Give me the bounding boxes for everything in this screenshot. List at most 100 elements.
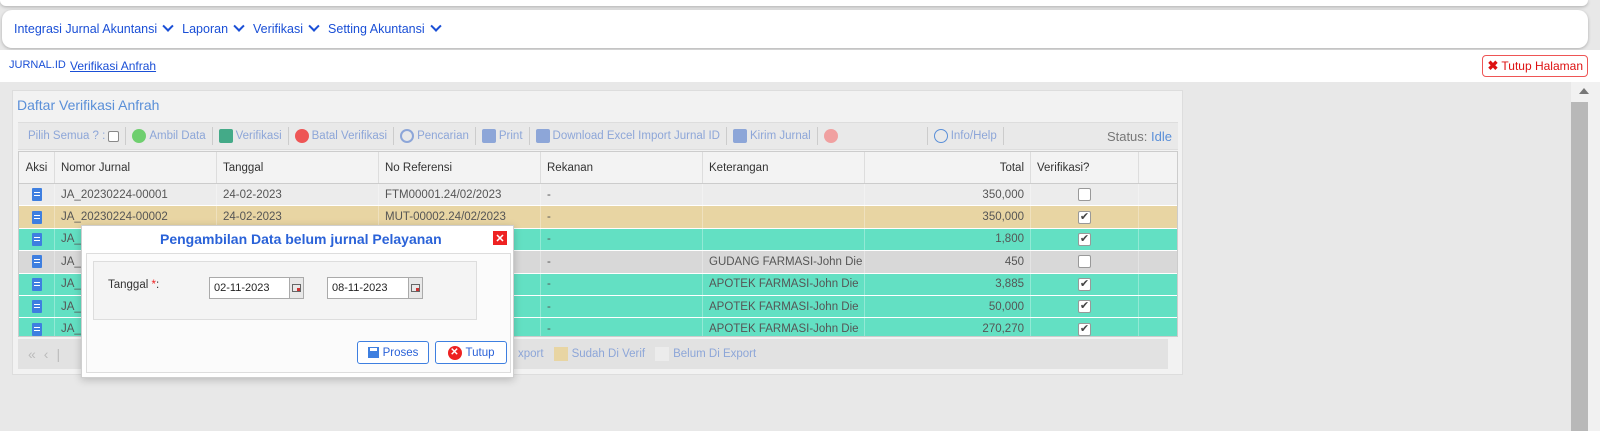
header-aksi[interactable]: Aksi	[19, 152, 55, 183]
cell-verifikasi: ✔	[1031, 273, 1139, 295]
document-icon[interactable]	[31, 188, 42, 202]
status-indicator: Status: Idle	[1106, 129, 1172, 144]
cell-keterangan	[703, 206, 865, 228]
proses-button[interactable]: Proses	[357, 341, 429, 364]
printer-icon	[535, 129, 550, 143]
globe-icon	[132, 129, 147, 143]
table-row[interactable]: JA_20230224-00001 24-02-2023 FTM00001.24/0…	[19, 184, 1177, 207]
search-icon	[400, 129, 415, 143]
printer-icon	[481, 129, 496, 143]
cell-total: 270,270	[865, 318, 1031, 336]
scroll-up-icon[interactable]	[1579, 88, 1589, 94]
verified-checkbox[interactable]: ✔	[1078, 232, 1091, 246]
printer-icon	[733, 129, 747, 143]
verified-checkbox[interactable]	[1078, 188, 1091, 202]
scroll-thumb[interactable]	[1571, 102, 1588, 431]
header-tanggal[interactable]: Tanggal	[217, 152, 379, 183]
cell-keterangan	[703, 228, 865, 251]
header-total[interactable]: Total	[865, 152, 1031, 183]
info-icon	[933, 129, 948, 143]
cell-rekanan: -	[541, 228, 703, 251]
verifikasi-button[interactable]: Verifikasi	[213, 127, 289, 145]
toolbar: Pilih Semua ? : Ambil Data Verifikasi Ba…	[18, 122, 1178, 150]
calendar-icon	[411, 284, 420, 292]
cell-keterangan: APOTEK FARMASI-John Die	[703, 295, 865, 318]
cell-total: 350,000	[865, 184, 1031, 206]
menu-laporan[interactable]: Laporan	[182, 20, 245, 36]
cell-verifikasi	[1031, 184, 1139, 206]
cell-nomor-jurnal: JA_20230224-00001	[55, 184, 217, 206]
date-to-picker-button[interactable]	[408, 277, 423, 299]
header-verifikasi[interactable]: Verifikasi?	[1031, 152, 1139, 183]
cell-verifikasi: ✔	[1031, 228, 1139, 251]
cell-rekanan: -	[541, 251, 703, 273]
cell-rekanan: -	[541, 318, 703, 336]
top-header-strip	[0, 0, 1588, 6]
row-action	[19, 318, 55, 336]
cell-verifikasi: ✔	[1031, 318, 1139, 336]
chevron-down-icon	[233, 20, 245, 32]
ambil-data-button[interactable]: Ambil Data	[126, 127, 213, 145]
cell-keterangan	[703, 184, 865, 206]
date-to-input[interactable]: 08-11-2023	[327, 277, 419, 299]
close-icon[interactable]: ✕	[493, 231, 507, 245]
save-icon	[367, 347, 379, 358]
calendar-icon	[292, 284, 301, 292]
date-fieldset: Tanggal *: 02-11-2023 08-11-2023	[93, 261, 477, 320]
tab-verifikasi-anfrah[interactable]: Verifikasi Anfrah	[70, 59, 156, 73]
close-icon: ✕	[447, 345, 462, 360]
document-icon[interactable]	[31, 210, 42, 224]
tutup-button[interactable]: ✕ Tutup	[435, 341, 507, 364]
batal-verifikasi-button[interactable]: Batal Verifikasi	[289, 127, 395, 145]
tab-bar: JURNAL.ID Verifikasi Anfrah ✖ Tutup Hala…	[0, 50, 1600, 82]
header-no-referensi[interactable]: No Referensi	[379, 152, 541, 183]
document-icon[interactable]	[31, 232, 42, 246]
close-page-button[interactable]: ✖ Tutup Halaman	[1482, 55, 1588, 77]
data-fetch-dialog: Pengambilan Data belum jurnal Pelayanan …	[81, 225, 514, 378]
row-action	[19, 273, 55, 295]
cell-no-referensi: FTM00001.24/02/2023	[379, 184, 541, 206]
document-icon[interactable]	[31, 300, 42, 314]
cell-total: 50,000	[865, 295, 1031, 318]
document-icon[interactable]	[31, 255, 42, 269]
cell-total: 350,000	[865, 206, 1031, 228]
header-nomor-jurnal[interactable]: Nomor Jurnal	[55, 152, 217, 183]
menu-setting[interactable]: Setting Akuntansi	[328, 20, 442, 36]
kirim-jurnal-button[interactable]: Kirim Jurnal	[727, 127, 818, 145]
pager-nav-icons[interactable]: «‹|	[28, 346, 68, 362]
verified-checkbox[interactable]: ✔	[1078, 322, 1091, 336]
upload-icon	[218, 129, 233, 143]
cell-verifikasi: ✔	[1031, 206, 1139, 228]
menu-integrasi[interactable]: Integrasi Jurnal Akuntansi	[14, 20, 174, 36]
verified-checkbox[interactable]: ✔	[1078, 210, 1091, 224]
legend-swatch-verified	[553, 347, 568, 361]
print-button[interactable]: Print	[476, 127, 530, 145]
cell-total: 3,885	[865, 273, 1031, 295]
header-keterangan[interactable]: Keterangan	[703, 152, 865, 183]
verified-checkbox[interactable]: ✔	[1078, 300, 1091, 314]
chevron-down-icon	[429, 20, 442, 32]
tab-jurnal-id[interactable]: JURNAL.ID	[9, 59, 66, 71]
cell-keterangan: GUDANG FARMASI-John Die	[703, 251, 865, 273]
menu-verifikasi[interactable]: Verifikasi	[253, 20, 320, 36]
disabled-button	[818, 127, 928, 145]
panel-title: Daftar Verifikasi Anfrah	[17, 97, 160, 113]
info-help-button[interactable]: Info/Help	[928, 127, 1004, 145]
verified-checkbox[interactable]: ✔	[1078, 277, 1091, 291]
select-all[interactable]: Pilih Semua ? :	[22, 127, 127, 145]
vertical-scrollbar[interactable]	[1571, 82, 1600, 431]
header-rekanan[interactable]: Rekanan	[541, 152, 703, 183]
document-icon[interactable]	[31, 322, 42, 336]
date-from-picker-button[interactable]	[289, 277, 304, 299]
download-excel-button[interactable]: Download Excel Import Jurnal ID	[530, 127, 727, 145]
verified-checkbox[interactable]	[1078, 255, 1091, 269]
close-icon: ✖	[1487, 58, 1499, 73]
pencarian-button[interactable]: Pencarian	[394, 127, 476, 145]
cell-rekanan: -	[541, 273, 703, 295]
date-from-input[interactable]: 02-11-2023	[209, 277, 301, 299]
tanggal-label: Tanggal *:	[108, 279, 160, 291]
cell-rekanan: -	[541, 184, 703, 206]
select-all-checkbox[interactable]	[108, 130, 120, 142]
chevron-down-icon	[308, 20, 320, 32]
document-icon[interactable]	[31, 277, 42, 291]
